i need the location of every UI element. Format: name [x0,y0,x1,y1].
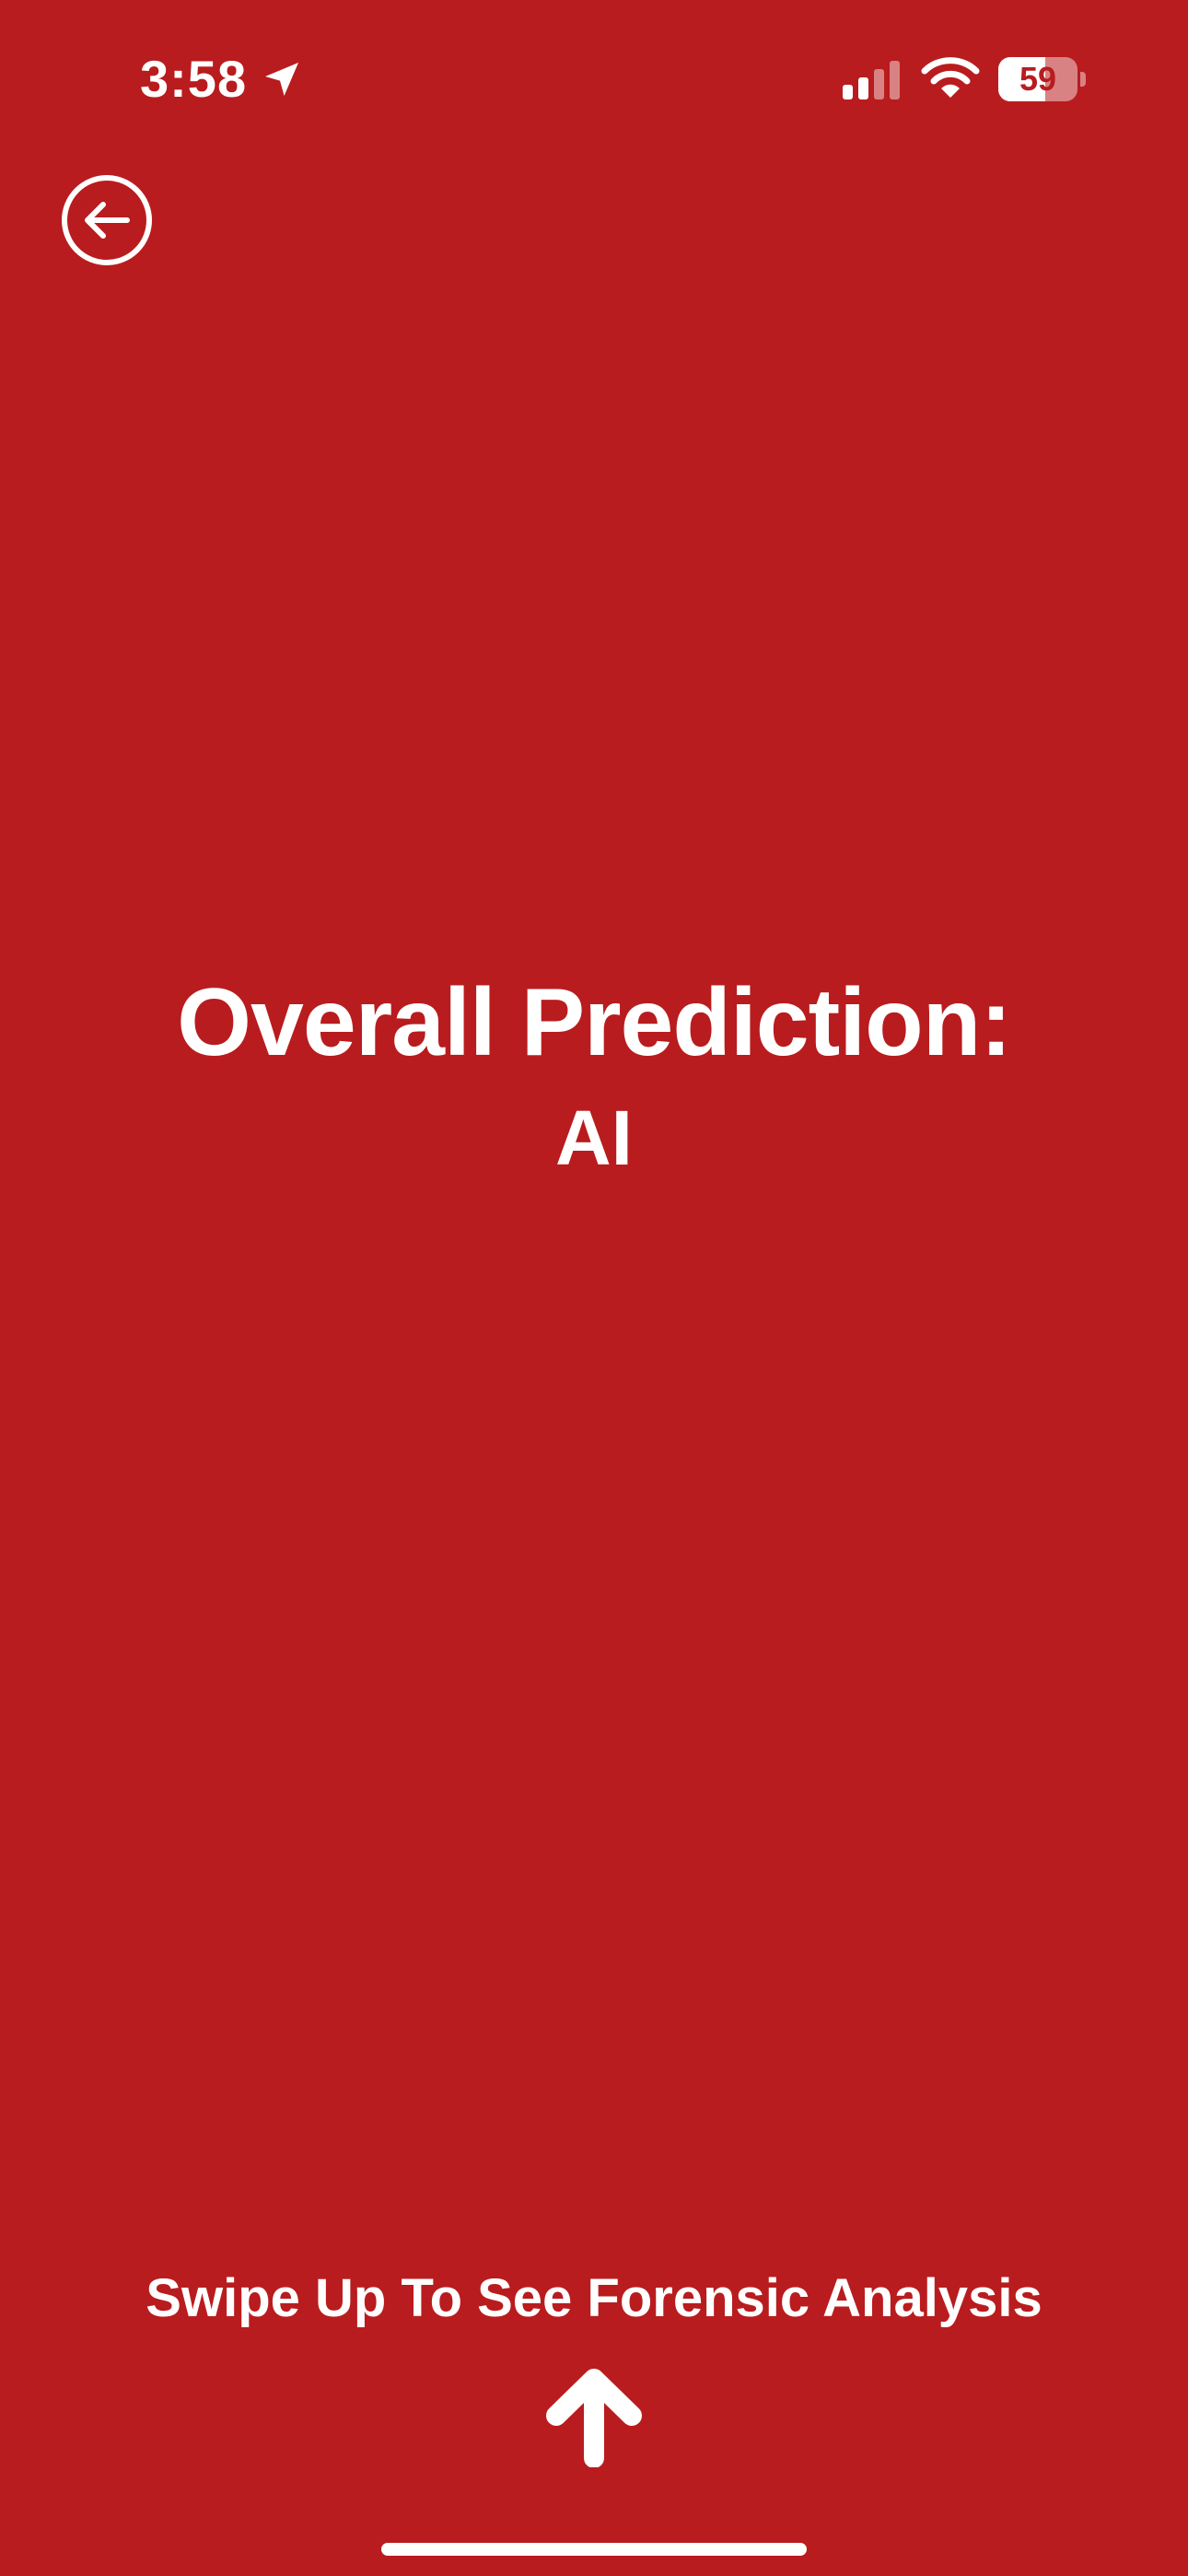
prediction-title: Overall Prediction: [177,969,1012,1076]
signal-bar [843,85,853,100]
cellular-signal-icon [843,61,900,100]
prediction-value: AI [555,1095,633,1181]
location-arrow-icon [265,63,298,96]
home-indicator[interactable] [381,2543,807,2556]
arrow-left-circle-icon [62,175,152,265]
battery-level: 59 [1019,60,1057,98]
signal-bar [874,69,884,100]
battery-icon: 59 [998,57,1087,101]
prediction-block: Overall Prediction: AI [0,958,1188,1188]
signal-bar [858,77,868,100]
status-bar: 3:58 59 [0,0,1188,157]
back-button[interactable] [61,174,153,266]
status-time: 3:58 [140,50,248,108]
wifi-icon [921,57,980,98]
signal-bar [890,61,900,100]
swipe-up-button[interactable] [543,2366,645,2467]
swipe-hint: Swipe Up To See Forensic Analysis [146,2268,1042,2328]
battery-cap [1080,72,1086,87]
arrow-up-icon [546,2369,642,2467]
